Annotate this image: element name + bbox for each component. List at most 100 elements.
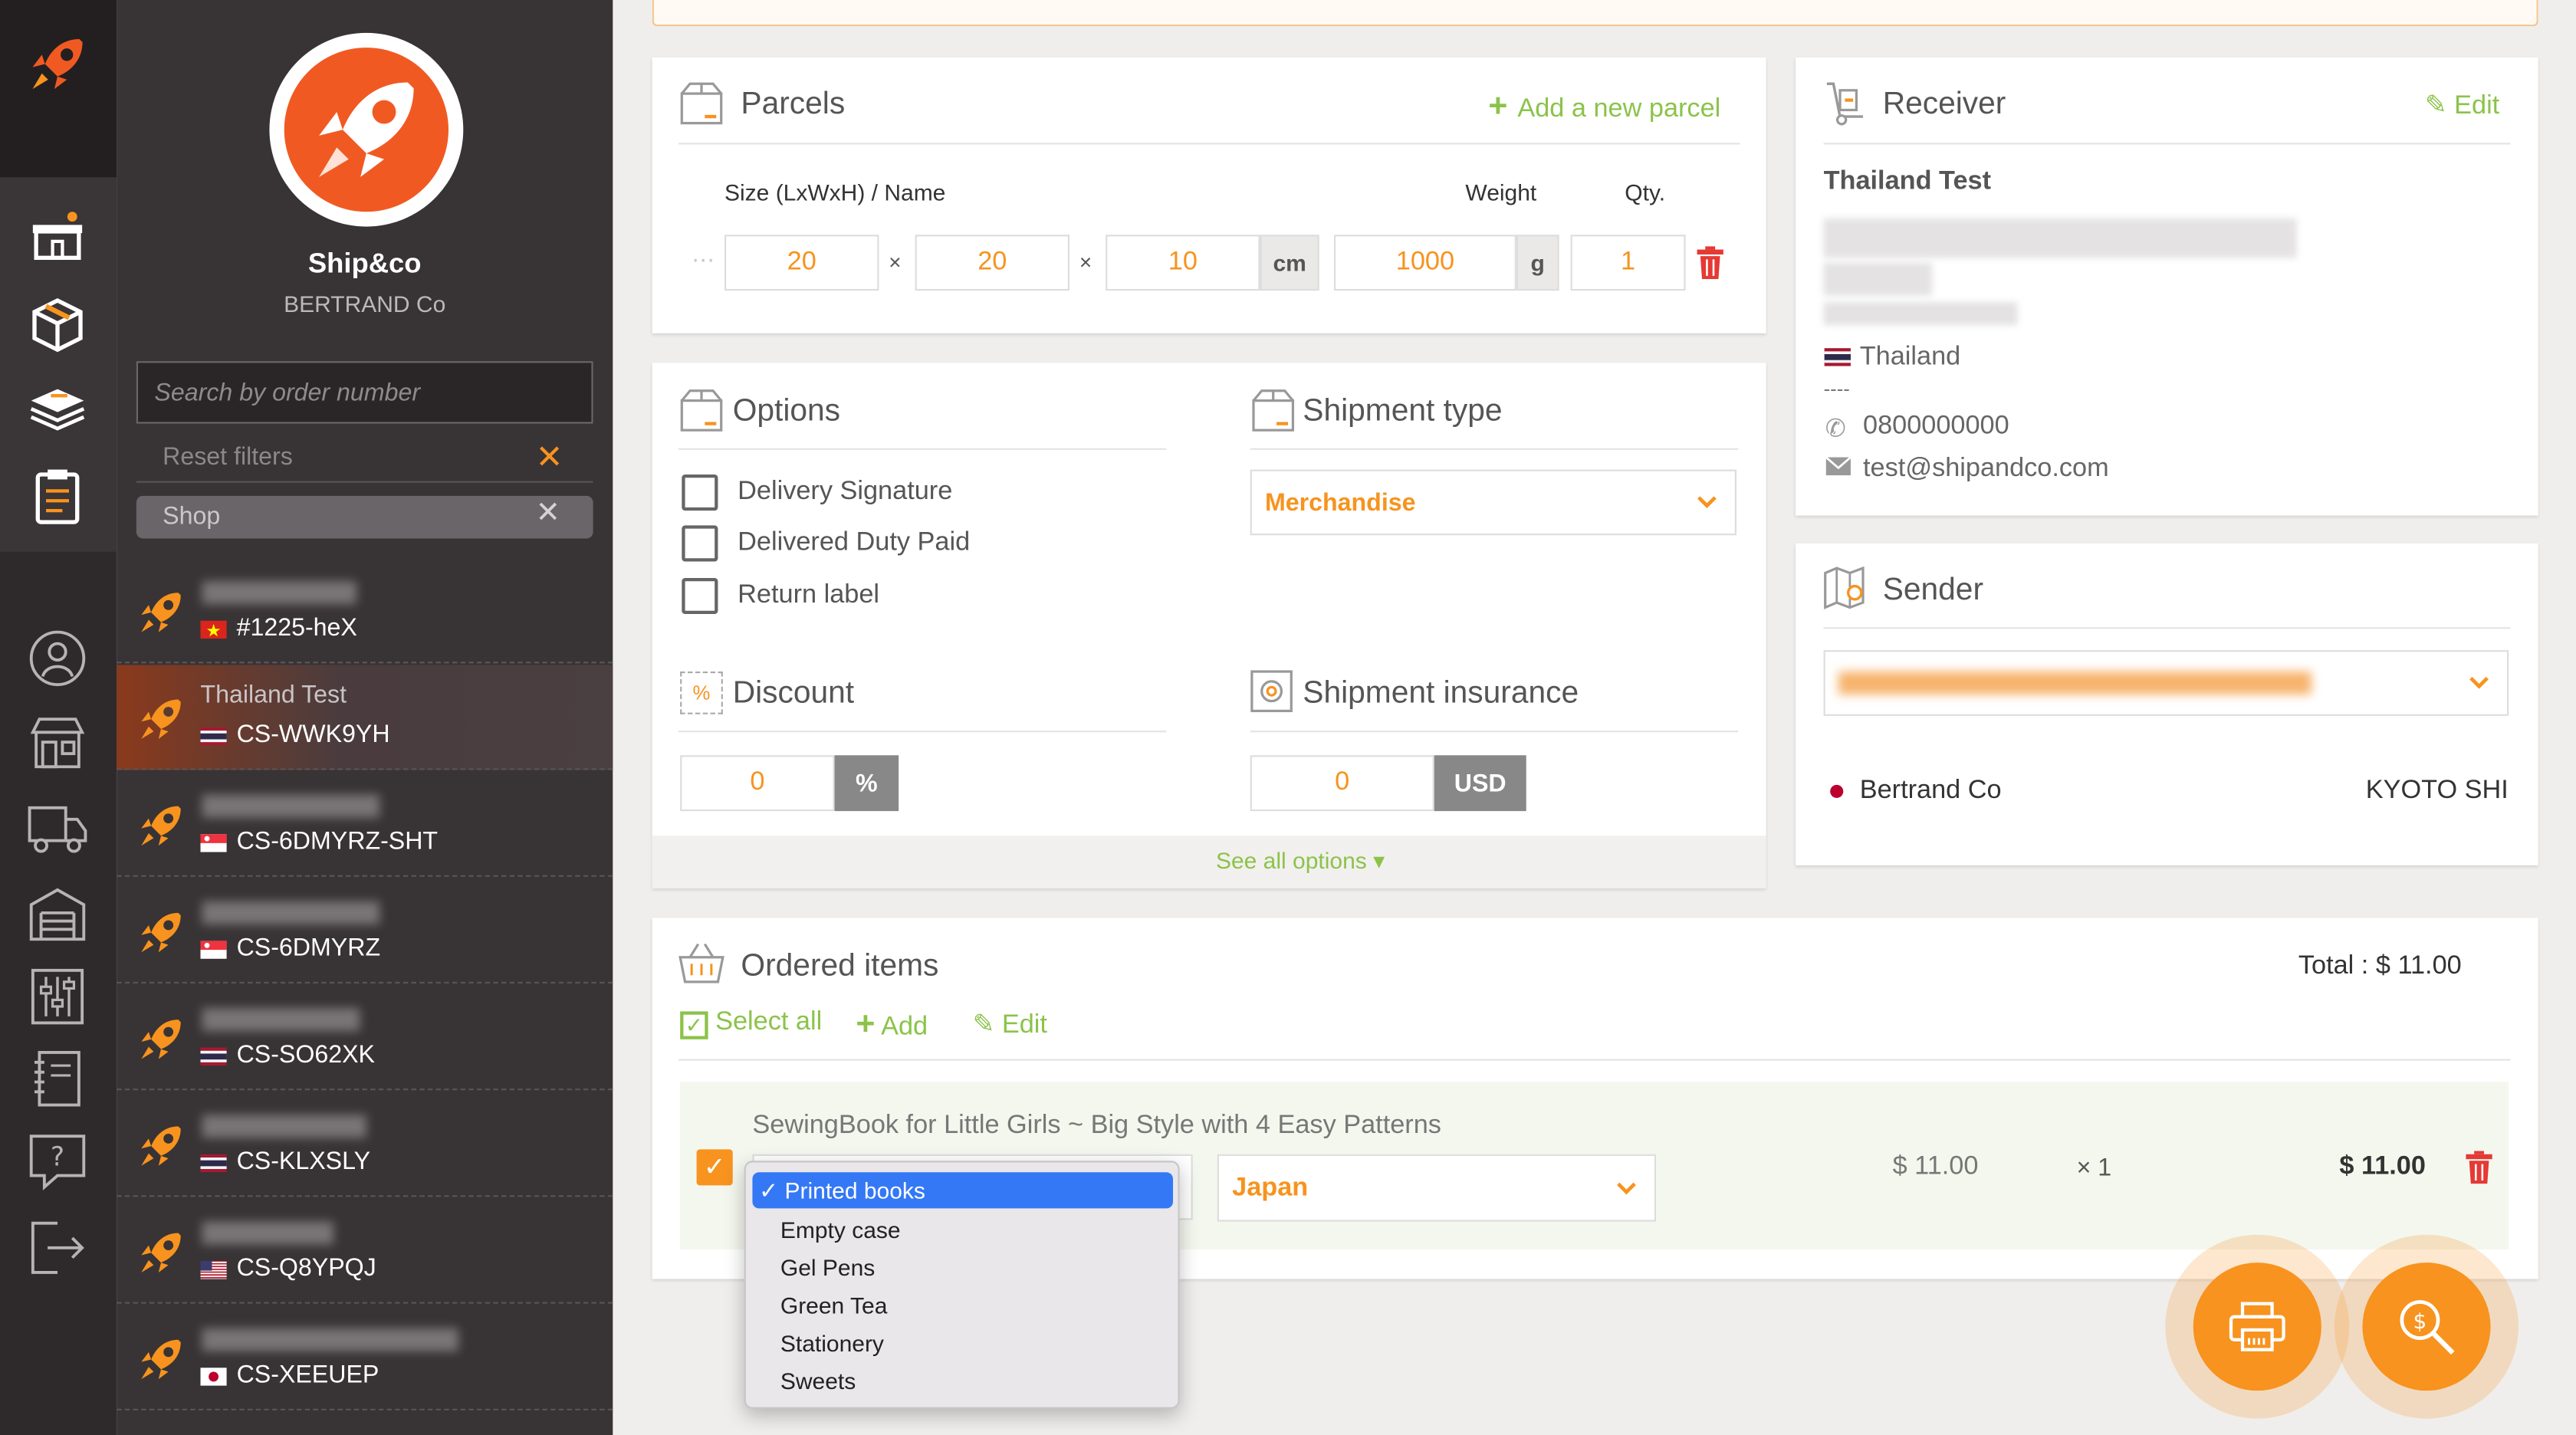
sg-flag-icon xyxy=(200,834,227,852)
order-list-item[interactable]: CS-6DMYRZ-SHT xyxy=(117,772,613,877)
shop-filter-chip[interactable]: Shop xyxy=(136,495,593,539)
th-flag-icon xyxy=(200,1154,227,1173)
see-all-options-link[interactable]: See all options ▾ xyxy=(652,847,1949,875)
checkbox-checked-icon: ✓ xyxy=(680,1011,708,1039)
stack-icon[interactable] xyxy=(25,378,90,444)
shipment-box-icon xyxy=(1250,387,1296,433)
shipment-type-select[interactable]: Merchandise xyxy=(1250,469,1737,536)
order-code: CS-WWK9YH xyxy=(236,721,390,749)
notice-banner xyxy=(652,0,2538,27)
item-title: SewingBook for Little Girls ~ Big Style … xyxy=(752,1112,1441,1140)
rocket-icon xyxy=(136,588,186,637)
parcels-title: Parcels xyxy=(741,87,846,122)
delete-item-trash-icon[interactable] xyxy=(2464,1151,2494,1184)
order-list-item[interactable]: CS-SO62XK xyxy=(117,985,613,1091)
chevron-down-icon xyxy=(1697,496,1717,509)
category-option[interactable]: Empty case xyxy=(780,1217,901,1243)
item-origin-select[interactable]: Japan xyxy=(1217,1154,1656,1222)
order-customer-name-redacted xyxy=(202,1221,334,1245)
divider xyxy=(1823,143,2511,145)
times-sign: × xyxy=(1079,249,1092,274)
new-shipment-icon[interactable] xyxy=(25,204,90,270)
user-icon[interactable] xyxy=(25,626,90,691)
sender-address-select[interactable] xyxy=(1823,650,2509,716)
svg-text:?: ? xyxy=(51,1142,64,1173)
parcel-qty-input[interactable]: 1 xyxy=(1570,235,1686,291)
order-customer-name-redacted xyxy=(202,1328,458,1351)
search-rates-button[interactable]: $ xyxy=(2362,1263,2491,1391)
discount-unit-button[interactable]: % xyxy=(834,755,899,812)
add-item-button[interactable]: + Add xyxy=(856,1006,928,1044)
ordered-items-title: Ordered items xyxy=(741,949,939,983)
plus-icon: + xyxy=(856,1006,876,1043)
select-all-label: Select all xyxy=(715,1008,823,1036)
qty-column-header: Qty. xyxy=(1625,179,1666,205)
divider xyxy=(678,448,1167,450)
clipboard-icon[interactable] xyxy=(25,463,90,529)
order-search-input[interactable]: Search by order number xyxy=(136,361,593,424)
order-list-item[interactable]: CS-6DMYRZ xyxy=(117,878,613,983)
order-code: #1225-heX xyxy=(236,614,357,642)
warehouse-icon[interactable] xyxy=(25,880,90,946)
order-list-item[interactable]: CS-KLXSLY xyxy=(117,1092,613,1197)
print-label-button[interactable] xyxy=(2193,1263,2321,1391)
delivery-signature-checkbox[interactable] xyxy=(682,475,718,511)
parcel-height-input[interactable]: 10 xyxy=(1106,235,1260,291)
insurance-currency-button[interactable]: USD xyxy=(1434,755,1526,812)
return-label-label: Return label xyxy=(738,581,880,609)
phone-icon: ✆ xyxy=(1825,415,1846,444)
notebook-icon[interactable] xyxy=(25,1046,90,1112)
category-option[interactable]: Green Tea xyxy=(780,1292,888,1318)
discount-input[interactable]: 0 xyxy=(680,755,835,812)
return-label-checkbox[interactable] xyxy=(682,577,718,615)
options-title: Options xyxy=(732,394,841,429)
order-list-item-selected[interactable]: Thailand Test CS-WWK9YH xyxy=(117,665,613,770)
insurance-input[interactable]: 0 xyxy=(1250,755,1434,812)
reset-filters-close-icon[interactable]: ✕ xyxy=(536,437,564,478)
reset-filters-link[interactable]: Reset filters xyxy=(136,437,593,483)
shop-filter-remove-icon[interactable]: ✕ xyxy=(536,496,560,530)
order-customer-name-redacted xyxy=(202,1115,366,1138)
receiver-address-redacted xyxy=(1823,302,2018,326)
delete-parcel-trash-icon[interactable] xyxy=(1695,246,1725,280)
category-option[interactable]: Stationery xyxy=(780,1330,884,1356)
store-icon[interactable] xyxy=(25,709,90,775)
options-box-icon xyxy=(678,387,724,433)
add-parcel-button[interactable]: + Add a new parcel xyxy=(1488,89,1720,126)
parcel-width-input[interactable]: 20 xyxy=(915,235,1070,291)
category-option[interactable]: Sweets xyxy=(780,1368,856,1394)
order-code: CS-6DMYRZ-SHT xyxy=(236,827,439,855)
percent-icon: % xyxy=(680,672,723,714)
vn-flag-icon xyxy=(200,620,227,639)
order-list-item[interactable]: CS-XEEUEP xyxy=(117,1305,613,1410)
receiver-edit-button[interactable]: ✎ Edit xyxy=(2425,89,2499,122)
help-icon[interactable]: ? xyxy=(25,1130,90,1196)
chevron-down-icon xyxy=(1617,1181,1636,1194)
item-unit-price: $ 11.00 xyxy=(1892,1152,1979,1181)
category-option[interactable]: Gel Pens xyxy=(780,1254,875,1280)
order-list-item[interactable]: CS-Q8YPQJ xyxy=(117,1199,613,1304)
settings-sliders-icon[interactable] xyxy=(25,964,90,1029)
truck-icon[interactable] xyxy=(25,795,90,861)
rocket-icon xyxy=(136,1228,186,1277)
parcel-weight-input[interactable]: 1000 xyxy=(1334,235,1516,291)
receiver-phone: 0800000000 xyxy=(1863,412,2009,441)
select-all-button[interactable]: ✓ Select all xyxy=(680,1008,822,1039)
rocket-logo-icon[interactable] xyxy=(26,33,88,95)
order-list-item[interactable]: #1225-heX xyxy=(117,558,613,664)
delivered-duty-paid-label: Delivered Duty Paid xyxy=(738,528,971,557)
package-icon[interactable] xyxy=(25,292,90,358)
logout-icon[interactable] xyxy=(25,1215,90,1281)
rocket-icon xyxy=(136,1121,186,1171)
safe-icon xyxy=(1250,670,1293,713)
item-checkbox-checked[interactable]: ✓ xyxy=(696,1149,733,1186)
delivered-duty-paid-checkbox[interactable] xyxy=(682,525,718,562)
weight-unit: g xyxy=(1516,235,1559,291)
receiver-name: Thailand Test xyxy=(1823,167,1992,195)
edit-items-button[interactable]: ✎ Edit xyxy=(973,1008,1047,1041)
category-option-selected[interactable]: ✓ Printed books xyxy=(752,1172,1173,1209)
order-customer-name-redacted xyxy=(202,794,380,818)
parcel-length-input[interactable]: 20 xyxy=(724,235,879,291)
drag-handle-icon[interactable]: ⋯ xyxy=(692,246,715,274)
pencil-icon: ✎ xyxy=(972,1011,995,1039)
